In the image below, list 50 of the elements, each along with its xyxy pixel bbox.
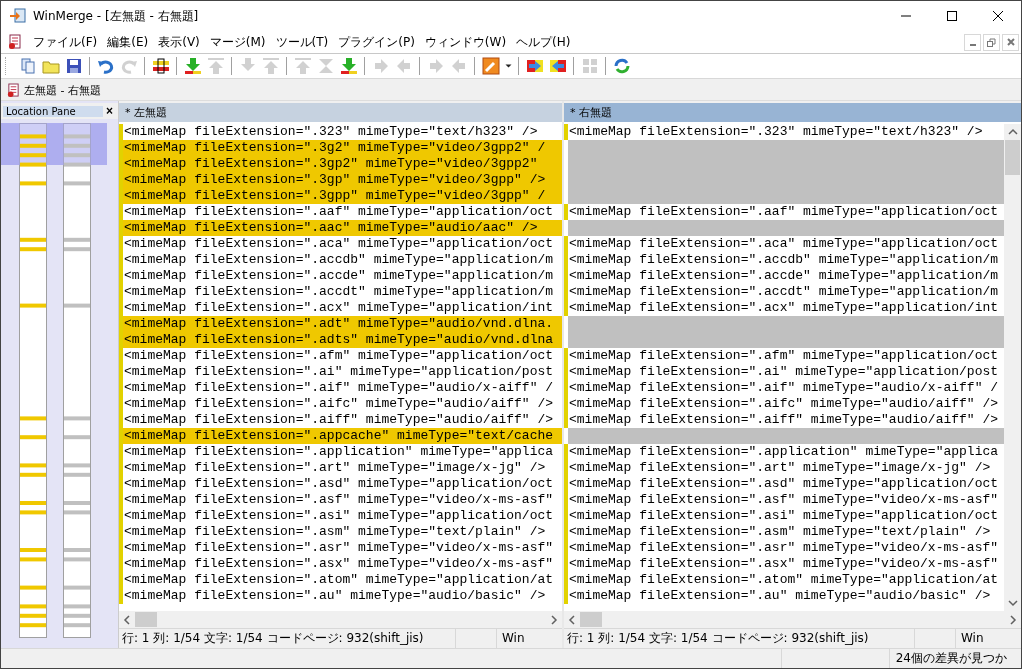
scroll-thumb[interactable] — [580, 612, 602, 627]
menu-item[interactable]: 編集(E) — [102, 33, 154, 51]
bars-icon — [151, 57, 170, 75]
arrow-up-icon — [206, 57, 225, 75]
document-icon — [8, 34, 22, 50]
scroll-thumb[interactable] — [135, 612, 157, 627]
redo-icon — [119, 57, 138, 75]
document-icon — [7, 82, 20, 98]
copy-right-icon — [525, 57, 544, 75]
arrow-down-icon — [339, 57, 358, 75]
arrow-down-icon — [183, 57, 202, 75]
refresh-icon — [612, 57, 631, 75]
menu-item[interactable]: ファイル(F) — [28, 33, 103, 51]
caret-icon — [504, 64, 512, 68]
undo-icon — [96, 57, 115, 75]
menu-item[interactable]: 表示(V) — [153, 33, 205, 51]
menu-item[interactable]: マージ(M) — [204, 33, 271, 51]
arrow-up-icon — [261, 57, 280, 75]
pane-title: * 右無題 — [570, 105, 612, 120]
maximize-icon — [946, 10, 958, 22]
cursor-position: 行: 1 列: 1/54 文字: 1/54 コードページ: 932(shift_jis) — [566, 630, 870, 647]
line-ending: Win — [955, 629, 1021, 648]
line-ending: Win — [496, 629, 562, 648]
close-button[interactable]: × — [103, 104, 116, 118]
margin-marker — [564, 204, 568, 220]
pane-title: Location Pane — [3, 105, 103, 117]
pane-title: * 左無題 — [125, 105, 167, 120]
grid-icon — [580, 57, 599, 75]
close-icon — [992, 10, 1004, 22]
documents-icon — [18, 57, 37, 75]
app-icon — [9, 7, 27, 25]
menu-item[interactable]: ウィンドウ(W) — [419, 33, 512, 51]
minimize-button[interactable] — [964, 33, 981, 51]
arrow-up-icon — [293, 57, 312, 75]
window-title: WinMerge - [左無題 - 右無題] — [33, 7, 199, 25]
slash-icon — [481, 57, 500, 75]
close-button[interactable] — [1002, 33, 1019, 51]
copy-left-icon — [548, 57, 567, 75]
menu-item[interactable]: ツール(T) — [270, 33, 334, 51]
close-icon — [1006, 38, 1015, 46]
scroll-thumb[interactable] — [1005, 140, 1020, 175]
restore-button[interactable] — [983, 33, 1000, 51]
status-message: 24個の差異が見つか — [894, 650, 1008, 667]
restore-icon — [987, 37, 996, 47]
menu-item[interactable]: プラグイン(P) — [333, 33, 420, 51]
margin-marker — [564, 124, 568, 140]
cursor-position: 行: 1 列: 1/54 文字: 1/54 コードページ: 932(shift_jis) — [121, 630, 425, 647]
vertical-scrollbar[interactable] — [1004, 124, 1021, 611]
menu-item[interactable]: ヘルプ(H) — [511, 33, 576, 51]
document-tab[interactable]: 左無題 - 右無題 — [1, 80, 107, 100]
